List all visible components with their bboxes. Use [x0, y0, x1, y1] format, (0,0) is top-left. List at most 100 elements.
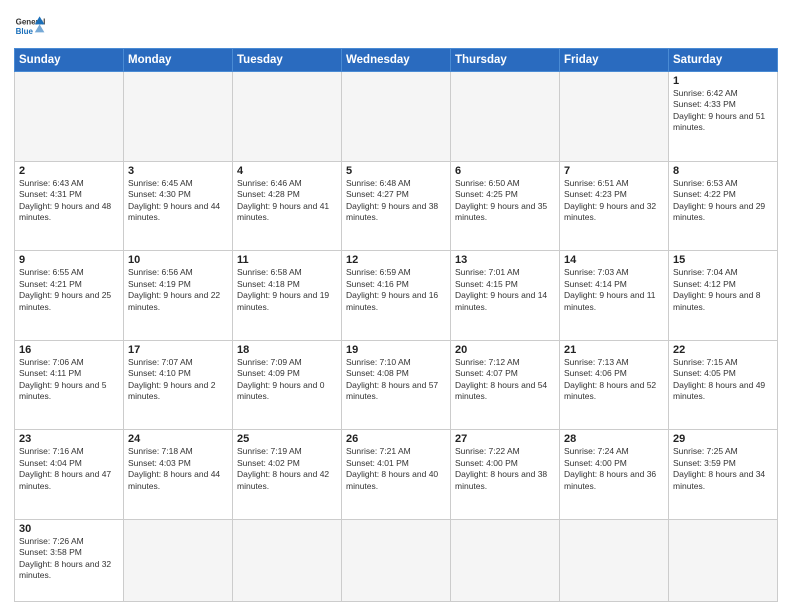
day-number: 5 — [346, 165, 446, 177]
calendar-cell: 5Sunrise: 6:48 AMSunset: 4:27 PMDaylight… — [342, 161, 451, 251]
calendar-cell: 7Sunrise: 6:51 AMSunset: 4:23 PMDaylight… — [560, 161, 669, 251]
calendar-cell — [342, 72, 451, 162]
day-sun-info: Sunrise: 6:51 AMSunset: 4:23 PMDaylight:… — [564, 178, 664, 224]
calendar-cell: 23Sunrise: 7:16 AMSunset: 4:04 PMDayligh… — [15, 430, 124, 520]
week-row-6: 30Sunrise: 7:26 AMSunset: 3:58 PMDayligh… — [15, 519, 778, 601]
day-number: 17 — [128, 344, 228, 356]
day-number: 2 — [19, 165, 119, 177]
calendar-cell: 25Sunrise: 7:19 AMSunset: 4:02 PMDayligh… — [233, 430, 342, 520]
day-number: 15 — [673, 254, 773, 266]
weekday-header-friday: Friday — [560, 49, 669, 72]
day-number: 22 — [673, 344, 773, 356]
weekday-header-wednesday: Wednesday — [342, 49, 451, 72]
day-sun-info: Sunrise: 6:43 AMSunset: 4:31 PMDaylight:… — [19, 178, 119, 224]
day-number: 29 — [673, 433, 773, 445]
day-sun-info: Sunrise: 7:10 AMSunset: 4:08 PMDaylight:… — [346, 357, 446, 403]
calendar-cell — [451, 72, 560, 162]
day-sun-info: Sunrise: 7:12 AMSunset: 4:07 PMDaylight:… — [455, 357, 555, 403]
calendar-cell: 1Sunrise: 6:42 AMSunset: 4:33 PMDaylight… — [669, 72, 778, 162]
day-sun-info: Sunrise: 6:46 AMSunset: 4:28 PMDaylight:… — [237, 178, 337, 224]
day-number: 28 — [564, 433, 664, 445]
calendar-cell: 11Sunrise: 6:58 AMSunset: 4:18 PMDayligh… — [233, 251, 342, 341]
calendar-cell: 8Sunrise: 6:53 AMSunset: 4:22 PMDaylight… — [669, 161, 778, 251]
day-sun-info: Sunrise: 7:03 AMSunset: 4:14 PMDaylight:… — [564, 267, 664, 313]
day-sun-info: Sunrise: 7:18 AMSunset: 4:03 PMDaylight:… — [128, 446, 228, 492]
calendar-cell: 28Sunrise: 7:24 AMSunset: 4:00 PMDayligh… — [560, 430, 669, 520]
calendar-cell: 20Sunrise: 7:12 AMSunset: 4:07 PMDayligh… — [451, 340, 560, 430]
page: General Blue SundayMondayTuesdayWednesda… — [0, 0, 792, 612]
day-number: 10 — [128, 254, 228, 266]
calendar-cell: 26Sunrise: 7:21 AMSunset: 4:01 PMDayligh… — [342, 430, 451, 520]
day-sun-info: Sunrise: 7:22 AMSunset: 4:00 PMDaylight:… — [455, 446, 555, 492]
day-sun-info: Sunrise: 7:07 AMSunset: 4:10 PMDaylight:… — [128, 357, 228, 403]
calendar-cell — [233, 519, 342, 601]
logo: General Blue — [14, 10, 46, 42]
day-number: 18 — [237, 344, 337, 356]
day-number: 24 — [128, 433, 228, 445]
day-number: 12 — [346, 254, 446, 266]
day-number: 9 — [19, 254, 119, 266]
calendar-cell: 4Sunrise: 6:46 AMSunset: 4:28 PMDaylight… — [233, 161, 342, 251]
day-sun-info: Sunrise: 7:13 AMSunset: 4:06 PMDaylight:… — [564, 357, 664, 403]
calendar-cell: 24Sunrise: 7:18 AMSunset: 4:03 PMDayligh… — [124, 430, 233, 520]
day-sun-info: Sunrise: 7:16 AMSunset: 4:04 PMDaylight:… — [19, 446, 119, 492]
day-sun-info: Sunrise: 6:56 AMSunset: 4:19 PMDaylight:… — [128, 267, 228, 313]
week-row-1: 1Sunrise: 6:42 AMSunset: 4:33 PMDaylight… — [15, 72, 778, 162]
weekday-header-sunday: Sunday — [15, 49, 124, 72]
day-number: 26 — [346, 433, 446, 445]
day-number: 4 — [237, 165, 337, 177]
weekday-header-thursday: Thursday — [451, 49, 560, 72]
day-number: 25 — [237, 433, 337, 445]
calendar-cell: 27Sunrise: 7:22 AMSunset: 4:00 PMDayligh… — [451, 430, 560, 520]
day-number: 7 — [564, 165, 664, 177]
calendar-cell: 6Sunrise: 6:50 AMSunset: 4:25 PMDaylight… — [451, 161, 560, 251]
calendar-cell: 2Sunrise: 6:43 AMSunset: 4:31 PMDaylight… — [15, 161, 124, 251]
calendar-cell — [233, 72, 342, 162]
calendar-cell: 10Sunrise: 6:56 AMSunset: 4:19 PMDayligh… — [124, 251, 233, 341]
day-sun-info: Sunrise: 6:55 AMSunset: 4:21 PMDaylight:… — [19, 267, 119, 313]
header: General Blue — [14, 10, 778, 42]
calendar-cell: 13Sunrise: 7:01 AMSunset: 4:15 PMDayligh… — [451, 251, 560, 341]
day-number: 13 — [455, 254, 555, 266]
week-row-5: 23Sunrise: 7:16 AMSunset: 4:04 PMDayligh… — [15, 430, 778, 520]
day-sun-info: Sunrise: 7:26 AMSunset: 3:58 PMDaylight:… — [19, 536, 119, 582]
calendar-cell: 19Sunrise: 7:10 AMSunset: 4:08 PMDayligh… — [342, 340, 451, 430]
day-sun-info: Sunrise: 7:06 AMSunset: 4:11 PMDaylight:… — [19, 357, 119, 403]
day-number: 21 — [564, 344, 664, 356]
week-row-4: 16Sunrise: 7:06 AMSunset: 4:11 PMDayligh… — [15, 340, 778, 430]
calendar-cell — [15, 72, 124, 162]
calendar-cell — [342, 519, 451, 601]
day-sun-info: Sunrise: 7:09 AMSunset: 4:09 PMDaylight:… — [237, 357, 337, 403]
day-sun-info: Sunrise: 6:53 AMSunset: 4:22 PMDaylight:… — [673, 178, 773, 224]
day-number: 19 — [346, 344, 446, 356]
day-sun-info: Sunrise: 7:24 AMSunset: 4:00 PMDaylight:… — [564, 446, 664, 492]
day-sun-info: Sunrise: 7:15 AMSunset: 4:05 PMDaylight:… — [673, 357, 773, 403]
day-number: 6 — [455, 165, 555, 177]
day-number: 3 — [128, 165, 228, 177]
day-sun-info: Sunrise: 6:45 AMSunset: 4:30 PMDaylight:… — [128, 178, 228, 224]
calendar-cell: 16Sunrise: 7:06 AMSunset: 4:11 PMDayligh… — [15, 340, 124, 430]
calendar-cell: 3Sunrise: 6:45 AMSunset: 4:30 PMDaylight… — [124, 161, 233, 251]
calendar-cell — [124, 72, 233, 162]
day-sun-info: Sunrise: 6:42 AMSunset: 4:33 PMDaylight:… — [673, 88, 773, 134]
calendar-cell: 18Sunrise: 7:09 AMSunset: 4:09 PMDayligh… — [233, 340, 342, 430]
day-number: 1 — [673, 75, 773, 87]
weekday-header-saturday: Saturday — [669, 49, 778, 72]
weekday-header-tuesday: Tuesday — [233, 49, 342, 72]
calendar-cell: 21Sunrise: 7:13 AMSunset: 4:06 PMDayligh… — [560, 340, 669, 430]
calendar-cell — [451, 519, 560, 601]
calendar-cell: 30Sunrise: 7:26 AMSunset: 3:58 PMDayligh… — [15, 519, 124, 601]
day-number: 27 — [455, 433, 555, 445]
day-sun-info: Sunrise: 7:04 AMSunset: 4:12 PMDaylight:… — [673, 267, 773, 313]
svg-text:Blue: Blue — [16, 27, 34, 36]
calendar-cell: 15Sunrise: 7:04 AMSunset: 4:12 PMDayligh… — [669, 251, 778, 341]
day-sun-info: Sunrise: 6:50 AMSunset: 4:25 PMDaylight:… — [455, 178, 555, 224]
day-sun-info: Sunrise: 6:48 AMSunset: 4:27 PMDaylight:… — [346, 178, 446, 224]
day-sun-info: Sunrise: 7:25 AMSunset: 3:59 PMDaylight:… — [673, 446, 773, 492]
day-number: 11 — [237, 254, 337, 266]
calendar-cell — [560, 72, 669, 162]
calendar-cell — [124, 519, 233, 601]
calendar-cell: 12Sunrise: 6:59 AMSunset: 4:16 PMDayligh… — [342, 251, 451, 341]
day-sun-info: Sunrise: 7:19 AMSunset: 4:02 PMDaylight:… — [237, 446, 337, 492]
calendar-cell: 14Sunrise: 7:03 AMSunset: 4:14 PMDayligh… — [560, 251, 669, 341]
